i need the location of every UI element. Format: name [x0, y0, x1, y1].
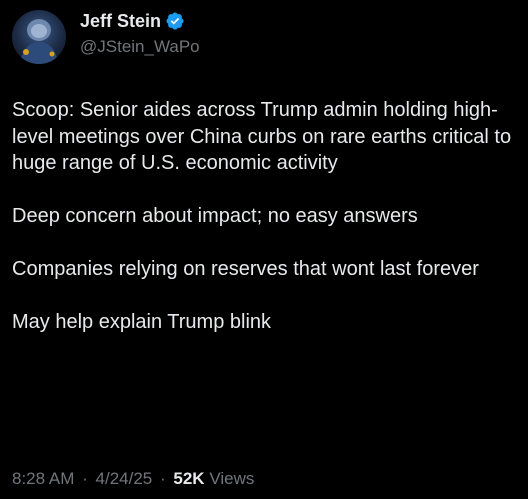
tweet-card: Jeff Stein @JStein_WaPo Scoop: Senior ai…	[0, 0, 528, 499]
views-label: Views	[209, 469, 255, 488]
meta-separator: ·	[82, 469, 88, 488]
avatar-image	[20, 19, 58, 64]
author-handle[interactable]: @JStein_WaPo	[80, 36, 200, 58]
tweet-paragraph: Scoop: Senior aides across Trump admin h…	[12, 99, 512, 174]
author-avatar[interactable]	[12, 10, 66, 64]
tweet-time[interactable]: 8:28 AM	[12, 469, 74, 488]
verified-badge-icon	[165, 11, 185, 31]
author-display-name[interactable]: Jeff Stein	[80, 10, 161, 32]
author-name-row: Jeff Stein	[80, 10, 185, 32]
meta-separator: ·	[159, 469, 166, 488]
tweet-text: Scoop: Senior aides across Trump admin h…	[12, 97, 518, 336]
tweet-meta: 8:28 AM · 4/24/25 · 52K Views	[12, 468, 254, 490]
tweet-paragraph: Deep concern about impact; no easy answe…	[12, 205, 418, 227]
tweet-paragraph: Companies relying on reserves that wont …	[12, 258, 479, 280]
views-count[interactable]: 52K	[173, 469, 204, 488]
tweet-date[interactable]: 4/24/25	[96, 469, 153, 488]
tweet-paragraph: May help explain Trump blink	[12, 311, 272, 333]
